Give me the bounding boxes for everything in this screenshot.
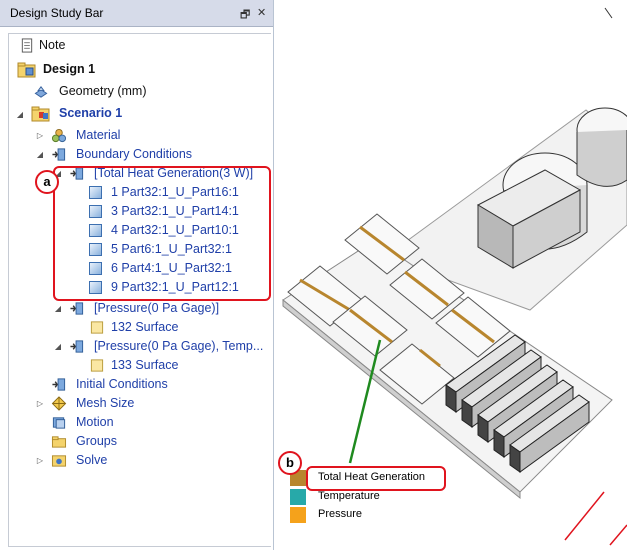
collapse-arrow-icon[interactable]: ◢ <box>15 105 25 124</box>
tree-label: Note <box>39 38 66 52</box>
tree-label: Boundary Conditions <box>76 147 193 161</box>
tree-label: Design 1 <box>43 62 96 76</box>
surface-icon <box>90 321 104 334</box>
motion-icon <box>52 417 66 429</box>
pressure-icon <box>70 302 84 315</box>
design-folder-icon <box>17 62 36 78</box>
scenario-folder-icon <box>31 106 50 122</box>
axis-line <box>564 491 605 541</box>
expand-arrow-icon[interactable]: ▷ <box>35 394 45 413</box>
tree-label: Motion <box>76 415 114 429</box>
expand-arrow-icon[interactable]: ▷ <box>35 451 45 470</box>
close-icon[interactable]: ✕ <box>257 6 266 19</box>
boundary-condition-icon <box>52 148 66 161</box>
edge-line <box>604 7 613 19</box>
solve-icon <box>51 455 67 467</box>
tree-label: 132 Surface <box>111 320 179 334</box>
legend-label: Pressure <box>318 508 363 520</box>
initial-conditions-icon <box>52 378 66 391</box>
callout-a-highlight <box>53 166 271 301</box>
surface-icon <box>90 359 104 372</box>
tree-label: Initial Conditions <box>76 377 168 391</box>
tree-label: 133 Surface <box>111 358 179 372</box>
note-icon <box>21 38 33 53</box>
tree-label: [Pressure(0 Pa Gage), Temp... <box>94 339 264 353</box>
tree-label: Solve <box>76 453 108 467</box>
expand-arrow-icon[interactable]: ▷ <box>35 126 45 145</box>
callout-b-badge: b <box>278 451 302 475</box>
collapse-arrow-icon[interactable]: ◢ <box>53 337 63 356</box>
float-icon[interactable]: 🗗 <box>240 6 250 25</box>
tree-label: Groups <box>76 434 117 448</box>
geometry-icon <box>34 86 48 98</box>
tree-label: Scenario 1 <box>59 106 123 120</box>
callout-b-highlight <box>306 466 446 491</box>
cylinder-right-body <box>576 130 627 187</box>
material-icon <box>51 128 67 143</box>
pressure-swatch <box>290 507 306 523</box>
collapse-arrow-icon[interactable]: ◢ <box>35 145 45 164</box>
legend-label: Temperature <box>318 490 380 502</box>
folder-icon <box>51 436 67 448</box>
pressure-icon <box>70 340 84 353</box>
tree-label: Material <box>76 128 121 142</box>
temperature-swatch <box>290 489 306 505</box>
tree-label: Geometry (mm) <box>59 84 147 98</box>
collapse-arrow-icon[interactable]: ◢ <box>53 299 63 318</box>
panel-titlebar: Design Study Bar 🗗 ✕ <box>0 0 273 27</box>
panel-title: Design Study Bar <box>10 6 104 20</box>
tree-label: Mesh Size <box>76 396 135 410</box>
design-study-bar: Design Study Bar 🗗 ✕ Note Design 1 Geome… <box>0 0 274 550</box>
tree-label: [Pressure(0 Pa Gage)] <box>94 301 220 315</box>
mesh-icon <box>51 396 67 411</box>
callout-a-badge: a <box>35 170 59 194</box>
axis-line <box>609 524 627 546</box>
